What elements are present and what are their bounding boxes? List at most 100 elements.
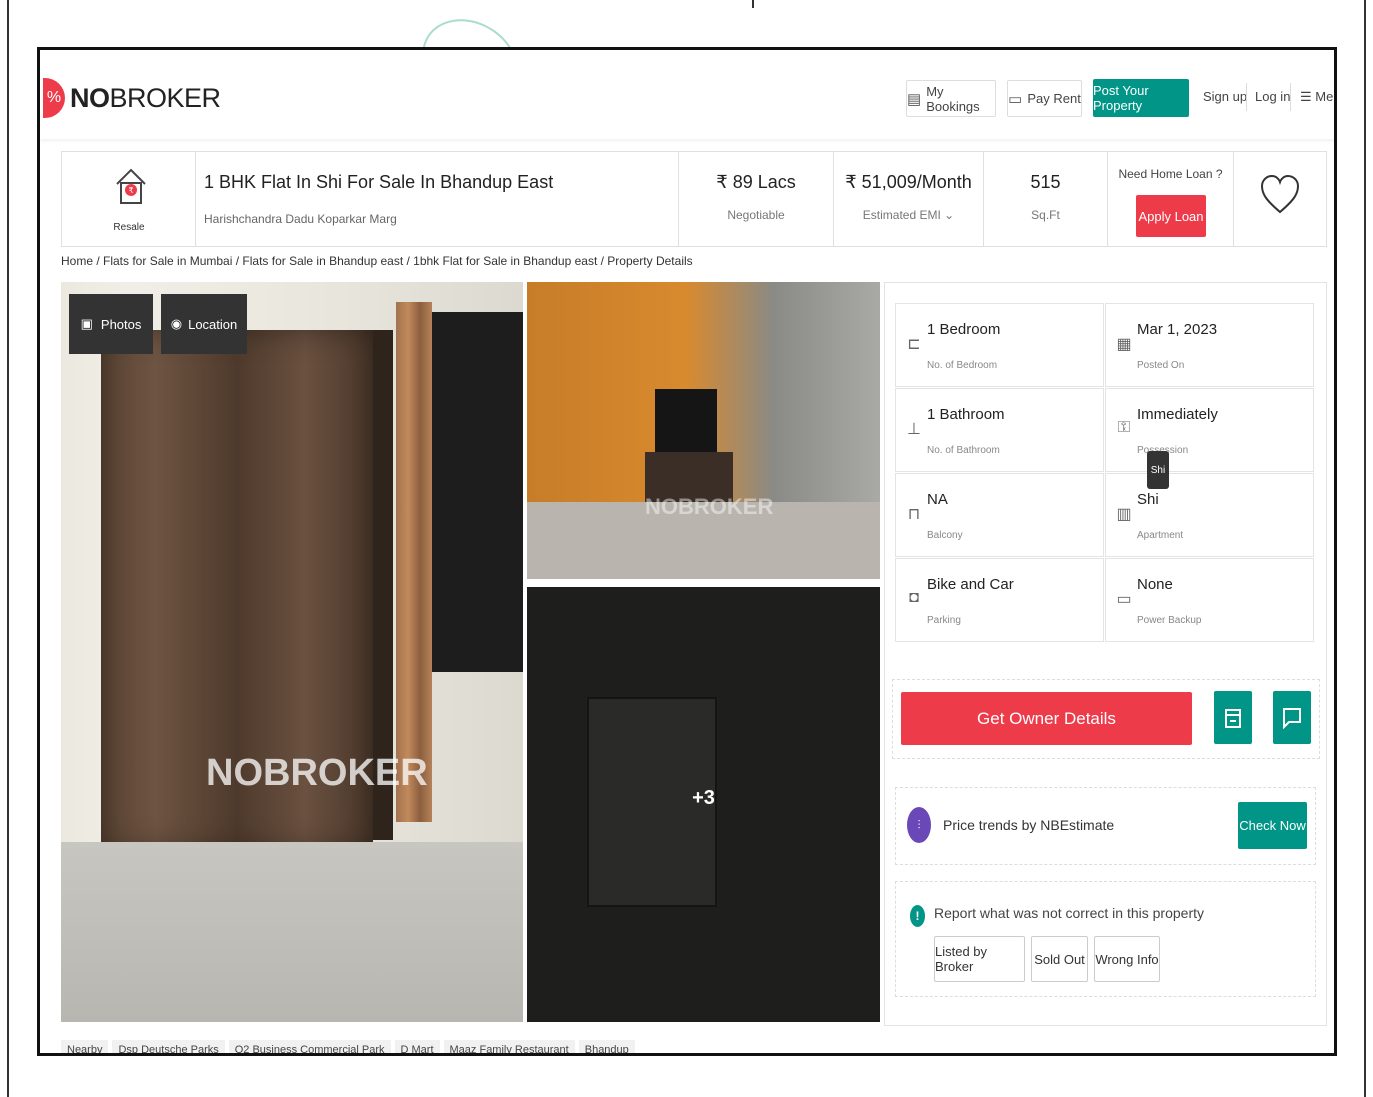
detail-value: Shi <box>1137 491 1159 508</box>
frame-tick <box>752 0 754 8</box>
calendar-icon <box>1225 708 1241 728</box>
check-now-button[interactable]: Check Now <box>1238 802 1307 849</box>
price-trends-text: Price trends by NBEstimate <box>943 817 1115 833</box>
log-in-link[interactable]: Log in <box>1255 89 1290 104</box>
house-rupee-icon: ₹ <box>116 168 146 204</box>
breadcrumb[interactable]: Home / Flats for Sale in Mumbai / Flats … <box>61 254 693 268</box>
emi-cell[interactable]: ₹ 51,009/Month Estimated EMI ⌄ <box>834 152 984 246</box>
curtain-shape <box>396 302 432 822</box>
nearby-chip[interactable]: Bhandup <box>578 1040 635 1053</box>
schedule-visit-button[interactable] <box>1214 691 1252 744</box>
detail-label: Balcony <box>927 530 963 541</box>
clipboard-icon: ▤ <box>907 90 922 108</box>
detail-value: Bike and Car <box>927 576 1014 593</box>
car-icon: ◘ <box>909 589 919 606</box>
detail-label: Posted On <box>1137 360 1185 371</box>
location-button[interactable]: ◉ Location <box>161 294 247 354</box>
photos-button[interactable]: ▣ Photos <box>69 294 153 354</box>
title-cell <box>196 152 679 246</box>
emi-estimated-dropdown[interactable]: Estimated EMI ⌄ <box>834 208 983 222</box>
chat-button[interactable] <box>1273 691 1311 744</box>
price-trend-chart-icon: ⫶ <box>907 807 931 843</box>
header-separator <box>1246 83 1247 111</box>
sign-up-link[interactable]: Sign up <box>1203 89 1247 104</box>
report-text: Report what was not correct in this prop… <box>934 905 1205 921</box>
price-cell: ₹ 89 Lacs Negotiable <box>679 152 834 246</box>
location-label: Location <box>188 316 238 332</box>
hamburger-icon: ☰ <box>1300 89 1316 104</box>
resale-label: Resale <box>113 222 145 233</box>
tv-shape <box>655 389 717 453</box>
balcony-icon: ⊓ <box>907 506 921 523</box>
detail-value: Mar 1, 2023 <box>1137 321 1218 338</box>
report-sold-out[interactable]: Sold Out <box>1031 936 1088 982</box>
details-grid: ⊏ 1 Bedroom No. of Bedroom ▦ Mar 1, 2023… <box>895 303 1315 643</box>
post-property-button[interactable]: Post Your Property <box>1093 79 1189 117</box>
get-owner-details-button[interactable]: Get Owner Details <box>901 692 1192 745</box>
floor-shape <box>61 842 523 1022</box>
my-bookings-label: My Bookings <box>926 83 980 114</box>
nearby-chip[interactable]: Maaz Family Restaurant <box>443 1040 575 1053</box>
window-shape <box>429 312 523 672</box>
menu-label: Men <box>1315 89 1334 104</box>
browser-viewport: % NOBROKER ▤ My Bookings ▭ Pay Rent Post… <box>37 47 1337 1056</box>
bathroom-icon: ⊥ <box>907 421 921 438</box>
svg-text:₹: ₹ <box>128 186 133 195</box>
report-wrong-info[interactable]: Wrong Info <box>1094 936 1160 982</box>
my-bookings-button[interactable]: ▤ My Bookings <box>906 80 996 117</box>
detail-bathroom: ⊥ 1 Bathroom No. of Bathroom <box>895 388 1104 472</box>
detail-balcony: ⊓ NA Balcony <box>895 473 1104 557</box>
detail-possession: ⚿ Immediately Possession <box>1105 388 1314 472</box>
apartment-tooltip: Shi <box>1147 451 1169 489</box>
area-cell: 515 Sq.Ft <box>984 152 1108 246</box>
calendar-icon: ▦ <box>1116 336 1132 353</box>
nearby-chip[interactable]: O2 Business Commercial Park <box>228 1040 391 1053</box>
report-listed-by-broker[interactable]: Listed by Broker <box>934 936 1025 982</box>
nobroker-logo[interactable]: % NOBROKER <box>43 78 221 118</box>
resale-cell: ₹ Resale <box>62 152 196 246</box>
compass-icon: ◉ <box>170 316 183 331</box>
nearby-strip: Nearby Dsp Deutsche Parks O2 Business Co… <box>61 1040 885 1053</box>
chat-icon <box>1283 707 1301 729</box>
card-icon: ▭ <box>1008 90 1023 108</box>
shortlist-cell[interactable] <box>1234 152 1327 246</box>
nearby-label: Nearby <box>61 1040 109 1053</box>
battery-icon: ▭ <box>1116 591 1132 608</box>
logo-rest-text: BROKER <box>109 82 222 113</box>
detail-value: 1 Bedroom <box>927 321 1001 338</box>
heart-icon[interactable] <box>1256 170 1304 218</box>
photo-watermark: NOBROKER <box>206 752 428 794</box>
alert-icon: ! <box>910 905 925 927</box>
building-icon: ▥ <box>1116 506 1132 523</box>
detail-value: 1 Bathroom <box>927 406 1005 423</box>
area-unit: Sq.Ft <box>1031 208 1060 222</box>
detail-label: No. of Bathroom <box>927 445 1000 456</box>
more-photos-tile[interactable]: +3 <box>527 587 880 1022</box>
photo-watermark: NOBROKER <box>645 494 774 519</box>
detail-posted-on: ▦ Mar 1, 2023 Posted On <box>1105 303 1314 387</box>
detail-label: Power Backup <box>1137 615 1202 626</box>
pay-rent-label: Pay Rent <box>1027 91 1081 106</box>
detail-label: No. of Bedroom <box>927 360 998 371</box>
emi-value: ₹ 51,009/Month <box>845 172 972 192</box>
more-photos-count: +3 <box>692 787 715 809</box>
camera-icon: ▣ <box>80 316 93 331</box>
key-icon: ⚿ <box>1117 419 1131 436</box>
header-separator <box>1290 83 1291 111</box>
apply-loan-button[interactable]: Apply Loan <box>1136 195 1206 237</box>
menu-button[interactable]: ☰ Men <box>1300 89 1334 105</box>
detail-value: NA <box>927 491 948 508</box>
main-property-photo[interactable]: NOBROKER <box>61 282 523 1022</box>
secondary-property-photo[interactable]: NOBROKER <box>527 282 880 579</box>
photos-label: Photos <box>100 316 142 332</box>
nearby-chip[interactable]: Dsp Deutsche Parks <box>112 1040 225 1053</box>
logo-mark-icon: % <box>43 78 65 118</box>
detail-parking: ◘ Bike and Car Parking <box>895 558 1104 642</box>
detail-bedroom: ⊏ 1 Bedroom No. of Bedroom <box>895 303 1104 387</box>
price-value: ₹ 89 Lacs <box>716 172 796 192</box>
detail-value: Immediately <box>1137 406 1218 423</box>
detail-label: Apartment <box>1137 530 1184 541</box>
nearby-chip[interactable]: D Mart <box>394 1040 440 1053</box>
pay-rent-button[interactable]: ▭ Pay Rent <box>1007 80 1082 117</box>
detail-label: Parking <box>927 615 961 626</box>
